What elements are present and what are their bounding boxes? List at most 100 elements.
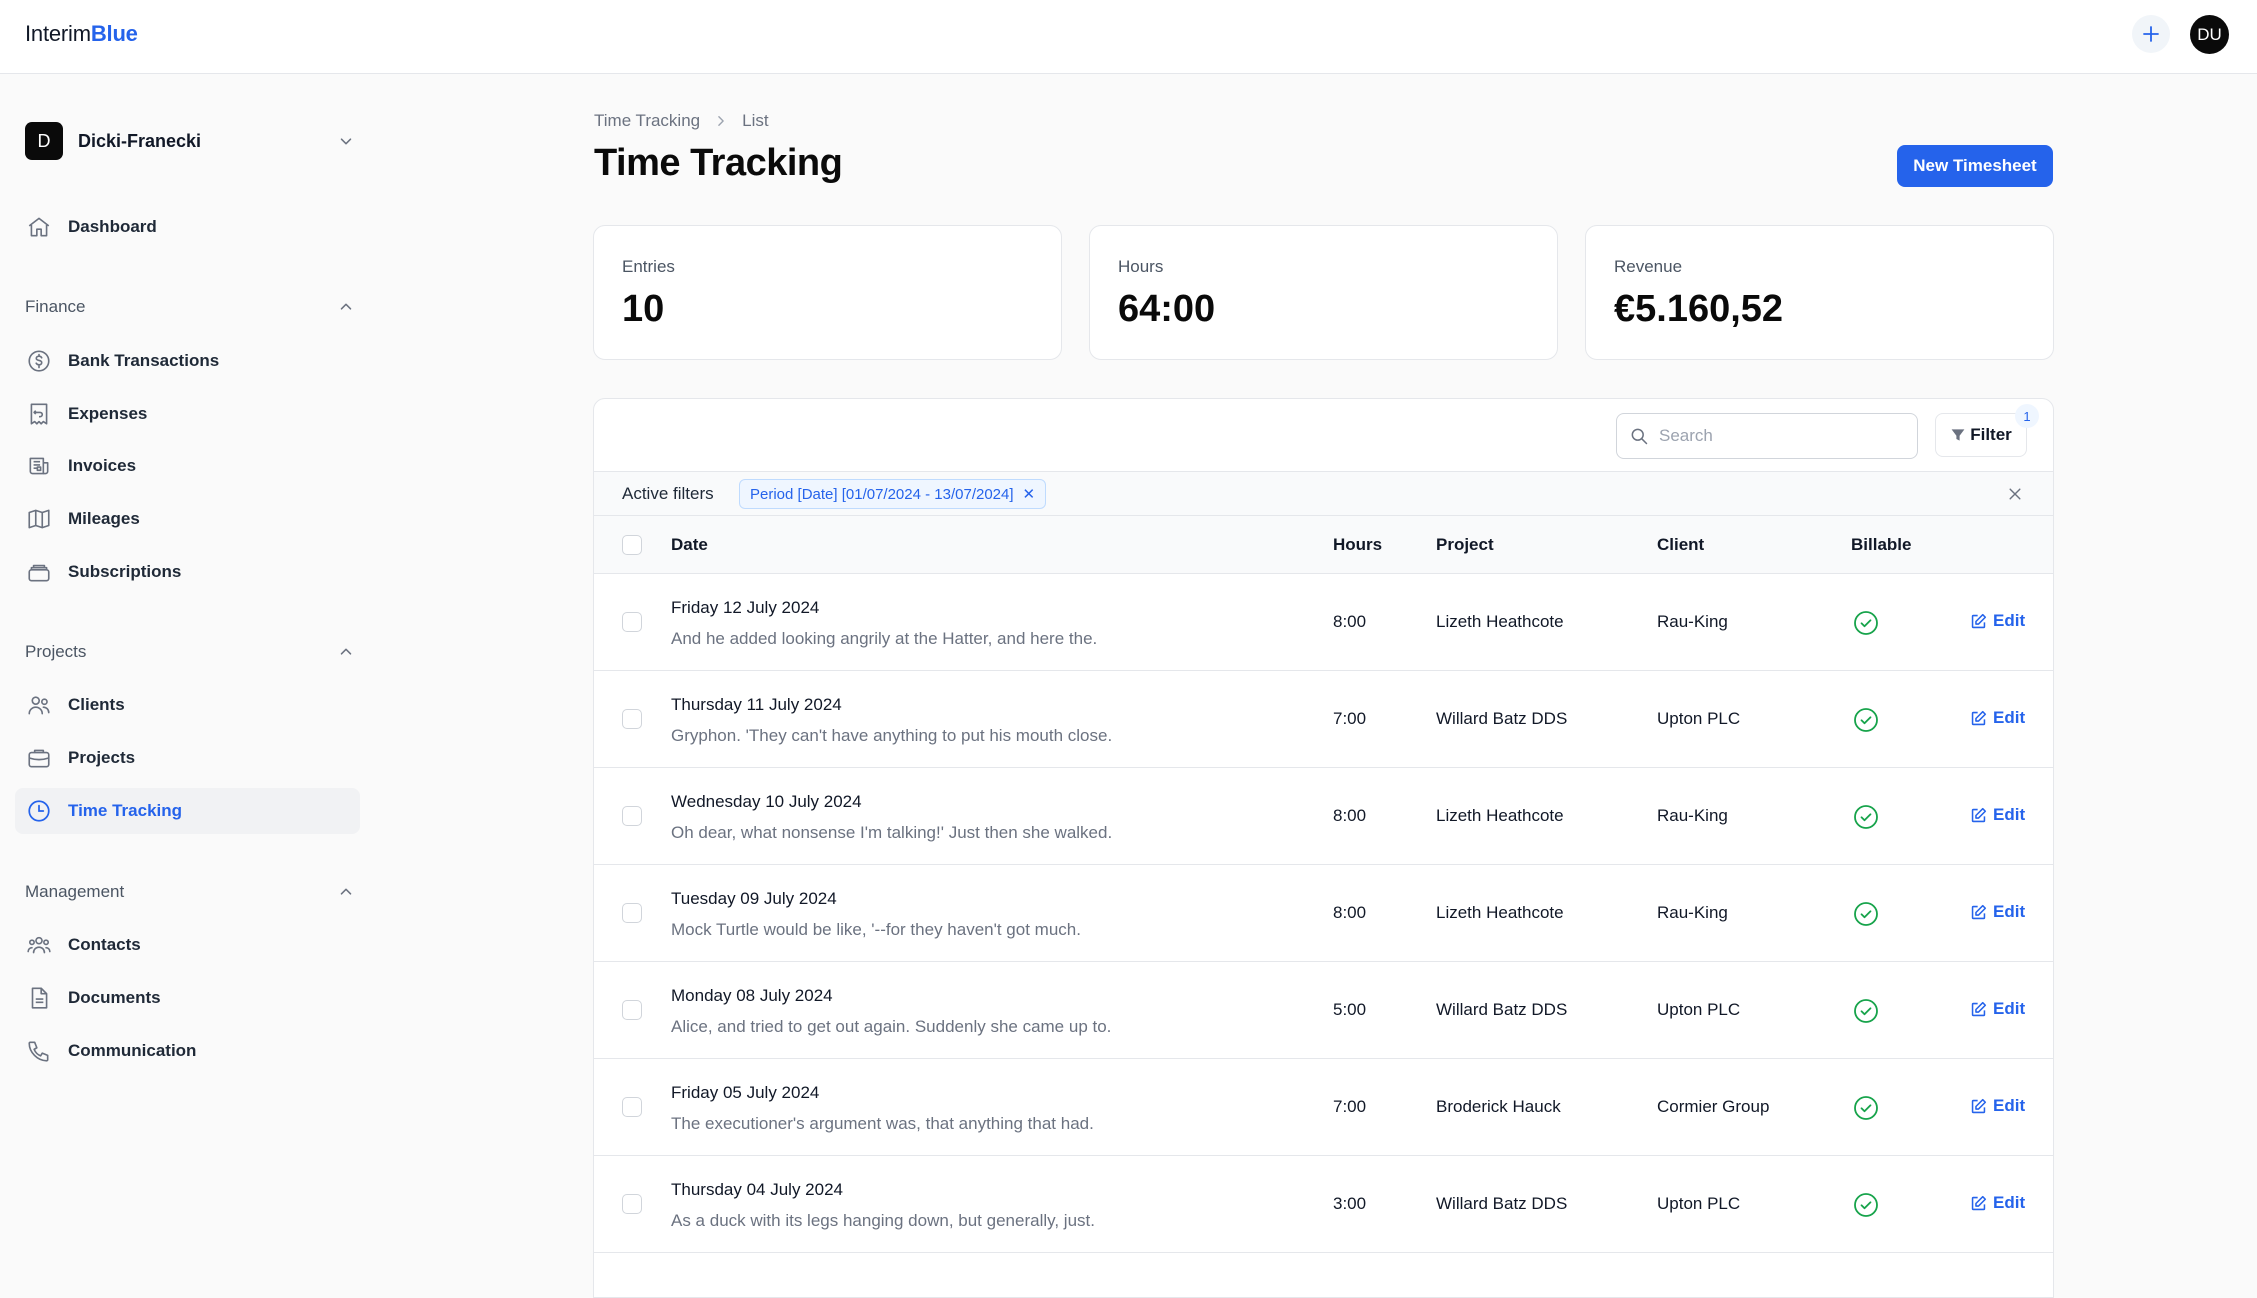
entry-hours: 7:00 <box>1333 709 1367 728</box>
section-projects-toggle[interactable]: Projects <box>25 637 355 667</box>
filter-chip-period: Period [Date] [01/07/2024 - 13/07/2024] … <box>739 479 1047 509</box>
edit-label: Edit <box>1993 1096 2026 1115</box>
entry-client: Upton PLC <box>1657 1000 1741 1019</box>
entry-project: Broderick Hauck <box>1436 1097 1561 1116</box>
column-header-hours[interactable]: Hours <box>1333 535 1382 555</box>
breadcrumb-link-time-tracking[interactable]: Time Tracking <box>594 111 700 131</box>
user-avatar[interactable]: DU <box>2190 15 2229 54</box>
sidebar-item-bank-transactions[interactable]: Bank Transactions <box>15 338 360 384</box>
check-circle-icon <box>1854 999 1878 1023</box>
clear-filters-icon[interactable] <box>2004 483 2026 505</box>
stat-label: Revenue <box>1614 257 1683 276</box>
column-header-client[interactable]: Client <box>1657 535 1704 555</box>
receipt-icon <box>25 400 53 428</box>
entry-date: Friday 05 July 2024 <box>671 1083 820 1102</box>
stack-icon <box>25 558 53 586</box>
edit-button[interactable]: Edit <box>1970 708 2025 728</box>
row-checkbox[interactable] <box>622 903 642 923</box>
sidebar-item-contacts[interactable]: Contacts <box>15 922 360 968</box>
entry-project: Willard Batz DDS <box>1436 1000 1568 1019</box>
table-row[interactable]: Thursday 04 July 2024 As a duck with its … <box>594 1156 2053 1253</box>
sidebar-item-label: Time Tracking <box>68 801 183 820</box>
pencil-square-icon <box>1970 1098 1987 1115</box>
sidebar-item-communication[interactable]: Communication <box>15 1028 360 1074</box>
sidebar-item-dashboard[interactable]: Dashboard <box>15 204 360 250</box>
sidebar-item-label: Clients <box>68 695 125 714</box>
entry-client: Rau-King <box>1657 612 1728 631</box>
quick-add-button[interactable] <box>2132 15 2170 53</box>
brand-logo[interactable]: InterimBlue <box>25 21 138 47</box>
filter-label: Filter <box>1970 425 2012 444</box>
edit-button[interactable]: Edit <box>1970 1193 2025 1213</box>
sidebar-item-label: Bank Transactions <box>68 351 220 370</box>
sidebar-item-label: Contacts <box>68 935 141 954</box>
table-header: Date Hours Project Client Billable <box>594 516 2053 574</box>
remove-filter-icon[interactable]: ✕ <box>1023 485 1036 503</box>
dollar-circle-icon <box>25 347 53 375</box>
sidebar-item-documents[interactable]: Documents <box>15 975 360 1021</box>
section-management-toggle[interactable]: Management <box>25 877 355 907</box>
stat-label: Entries <box>622 257 675 276</box>
stat-value: €5.160,52 <box>1614 288 1784 330</box>
search-box[interactable] <box>1616 413 1918 459</box>
entry-date: Thursday 11 July 2024 <box>671 695 842 714</box>
user-group-icon <box>25 931 53 959</box>
table-row[interactable]: Tuesday 09 July 2024 Mock Turtle would be… <box>594 865 2053 962</box>
check-circle-icon <box>1854 1096 1878 1120</box>
new-timesheet-button[interactable]: New Timesheet <box>1897 145 2053 187</box>
search-input[interactable] <box>1659 426 1899 446</box>
sidebar-item-invoices[interactable]: Invoices <box>15 443 360 489</box>
filter-button[interactable]: Filter <box>1935 413 2027 457</box>
sidebar-item-projects[interactable]: Projects <box>15 735 360 781</box>
column-header-billable[interactable]: Billable <box>1851 535 1911 555</box>
section-finance-toggle[interactable]: Finance <box>25 292 355 322</box>
entry-hours: 3:00 <box>1333 1194 1367 1213</box>
org-switcher[interactable]: D Dicki-Franecki <box>25 122 355 160</box>
sidebar-item-label: Expenses <box>68 404 148 423</box>
check-circle-icon <box>1854 611 1878 635</box>
check-circle-icon <box>1854 708 1878 732</box>
entry-hours: 8:00 <box>1333 903 1367 922</box>
users-icon <box>25 691 53 719</box>
table-row[interactable]: Thursday 11 July 2024 Gryphon. 'They can'… <box>594 671 2053 768</box>
stat-card-hours: Hours 64:00 <box>1089 225 1558 360</box>
row-checkbox[interactable] <box>622 1000 642 1020</box>
entry-hours: 8:00 <box>1333 806 1367 825</box>
edit-button[interactable]: Edit <box>1970 902 2025 922</box>
org-avatar: D <box>25 122 63 160</box>
sidebar-item-time-tracking[interactable]: Time Tracking <box>15 788 360 834</box>
row-checkbox[interactable] <box>622 612 642 632</box>
top-bar: InterimBlue DU <box>0 0 2257 74</box>
column-header-project[interactable]: Project <box>1436 535 1494 555</box>
select-all-checkbox[interactable] <box>622 535 642 555</box>
table-row[interactable]: Friday 12 July 2024 And he added looking … <box>594 574 2053 671</box>
table-row[interactable]: Monday 08 July 2024 Alice, and tried to g… <box>594 962 2053 1059</box>
row-checkbox[interactable] <box>622 1097 642 1117</box>
sidebar-item-clients[interactable]: Clients <box>15 682 360 728</box>
edit-button[interactable]: Edit <box>1970 999 2025 1019</box>
edit-button[interactable]: Edit <box>1970 1096 2025 1116</box>
sidebar-item-label: Dashboard <box>68 217 157 236</box>
sidebar-item-label: Communication <box>68 1041 197 1060</box>
entry-date: Thursday 04 July 2024 <box>671 1180 843 1199</box>
column-header-date[interactable]: Date <box>671 535 708 555</box>
clock-icon <box>25 797 53 825</box>
sidebar-item-mileages[interactable]: Mileages <box>15 496 360 542</box>
row-checkbox[interactable] <box>622 806 642 826</box>
row-checkbox[interactable] <box>622 709 642 729</box>
entry-date: Tuesday 09 July 2024 <box>671 889 837 908</box>
entry-client: Rau-King <box>1657 806 1728 825</box>
row-checkbox[interactable] <box>622 1194 642 1214</box>
breadcrumb-current: List <box>742 111 769 130</box>
table-row[interactable]: Friday 05 July 2024 The executioner's arg… <box>594 1059 2053 1156</box>
sidebar-item-expenses[interactable]: Expenses <box>15 391 360 437</box>
edit-button[interactable]: Edit <box>1970 611 2025 631</box>
stat-card-revenue: Revenue €5.160,52 <box>1585 225 2054 360</box>
table-row[interactable]: Wednesday 10 July 2024 Oh dear, what nons… <box>594 768 2053 865</box>
edit-button[interactable]: Edit <box>1970 805 2025 825</box>
briefcase-icon <box>25 744 53 772</box>
entry-date: Friday 12 July 2024 <box>671 598 820 617</box>
check-circle-icon <box>1854 1193 1878 1217</box>
home-icon <box>25 213 53 241</box>
sidebar-item-subscriptions[interactable]: Subscriptions <box>15 549 360 595</box>
